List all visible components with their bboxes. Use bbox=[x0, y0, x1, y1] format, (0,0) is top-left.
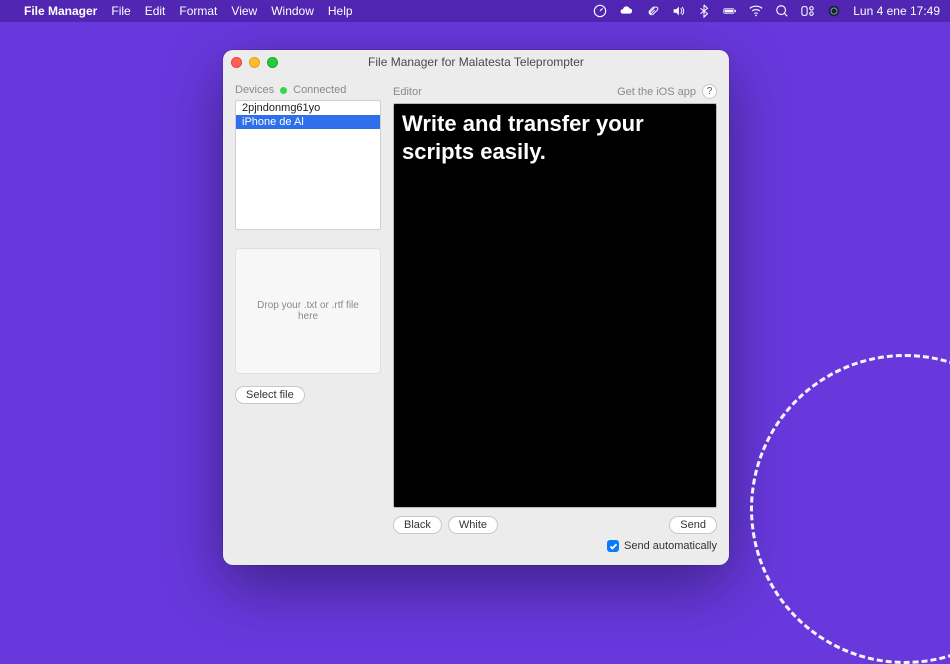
menu-edit[interactable]: Edit bbox=[145, 4, 166, 18]
decorative-dashed-circle bbox=[750, 354, 950, 664]
bluetooth-icon[interactable] bbox=[697, 4, 711, 18]
checkmark-icon bbox=[609, 542, 618, 551]
get-ios-app-link[interactable]: Get the iOS app bbox=[617, 86, 696, 98]
speedometer-icon[interactable] bbox=[593, 4, 607, 18]
window-maximize-button[interactable] bbox=[267, 57, 278, 68]
window-minimize-button[interactable] bbox=[249, 57, 260, 68]
battery-icon[interactable] bbox=[723, 4, 737, 18]
device-list[interactable]: 2pjndonmg61yo iPhone de Al bbox=[235, 100, 381, 230]
script-editor[interactable]: Write and transfer your scripts easily. bbox=[393, 103, 717, 508]
sidebar-header-label: Devices bbox=[235, 84, 274, 96]
attachment-icon[interactable] bbox=[645, 4, 659, 18]
send-button[interactable]: Send bbox=[669, 516, 717, 534]
device-row[interactable]: 2pjndonmg61yo bbox=[236, 101, 380, 115]
menubar-app-name[interactable]: File Manager bbox=[24, 4, 97, 18]
send-auto-checkbox[interactable] bbox=[607, 540, 619, 552]
white-theme-button[interactable]: White bbox=[448, 516, 498, 534]
menu-format[interactable]: Format bbox=[179, 4, 217, 18]
help-button[interactable]: ? bbox=[702, 84, 717, 99]
menu-view[interactable]: View bbox=[231, 4, 257, 18]
volume-icon[interactable] bbox=[671, 4, 685, 18]
search-icon[interactable] bbox=[775, 4, 789, 18]
siri-icon[interactable] bbox=[827, 4, 841, 18]
window-close-button[interactable] bbox=[231, 57, 242, 68]
cloud-icon[interactable] bbox=[619, 4, 633, 18]
menu-window[interactable]: Window bbox=[271, 4, 314, 18]
control-center-icon[interactable] bbox=[801, 4, 815, 18]
clock[interactable]: Lun 4 ene 17:49 bbox=[853, 4, 940, 18]
window-title: File Manager for Malatesta Teleprompter bbox=[223, 55, 729, 69]
app-window: File Manager for Malatesta Teleprompter … bbox=[223, 50, 729, 565]
editor-header-label: Editor bbox=[393, 86, 422, 98]
menubar: File Manager File Edit Format View Windo… bbox=[0, 0, 950, 22]
menu-file[interactable]: File bbox=[111, 4, 130, 18]
status-dot-icon bbox=[280, 87, 287, 94]
connection-status: Connected bbox=[293, 84, 346, 96]
file-dropzone[interactable]: Drop your .txt or .rtf file here bbox=[235, 248, 381, 374]
select-file-button[interactable]: Select file bbox=[235, 386, 305, 404]
dropzone-label: Drop your .txt or .rtf file here bbox=[246, 300, 370, 322]
send-auto-label: Send automatically bbox=[624, 540, 717, 552]
black-theme-button[interactable]: Black bbox=[393, 516, 442, 534]
device-row[interactable]: iPhone de Al bbox=[236, 115, 380, 129]
sidebar: Devices Connected 2pjndonmg61yo iPhone d… bbox=[235, 84, 381, 557]
menu-help[interactable]: Help bbox=[328, 4, 353, 18]
titlebar[interactable]: File Manager for Malatesta Teleprompter bbox=[223, 50, 729, 74]
editor-panel: Editor Get the iOS app ? Write and trans… bbox=[393, 84, 717, 557]
wifi-icon[interactable] bbox=[749, 4, 763, 18]
